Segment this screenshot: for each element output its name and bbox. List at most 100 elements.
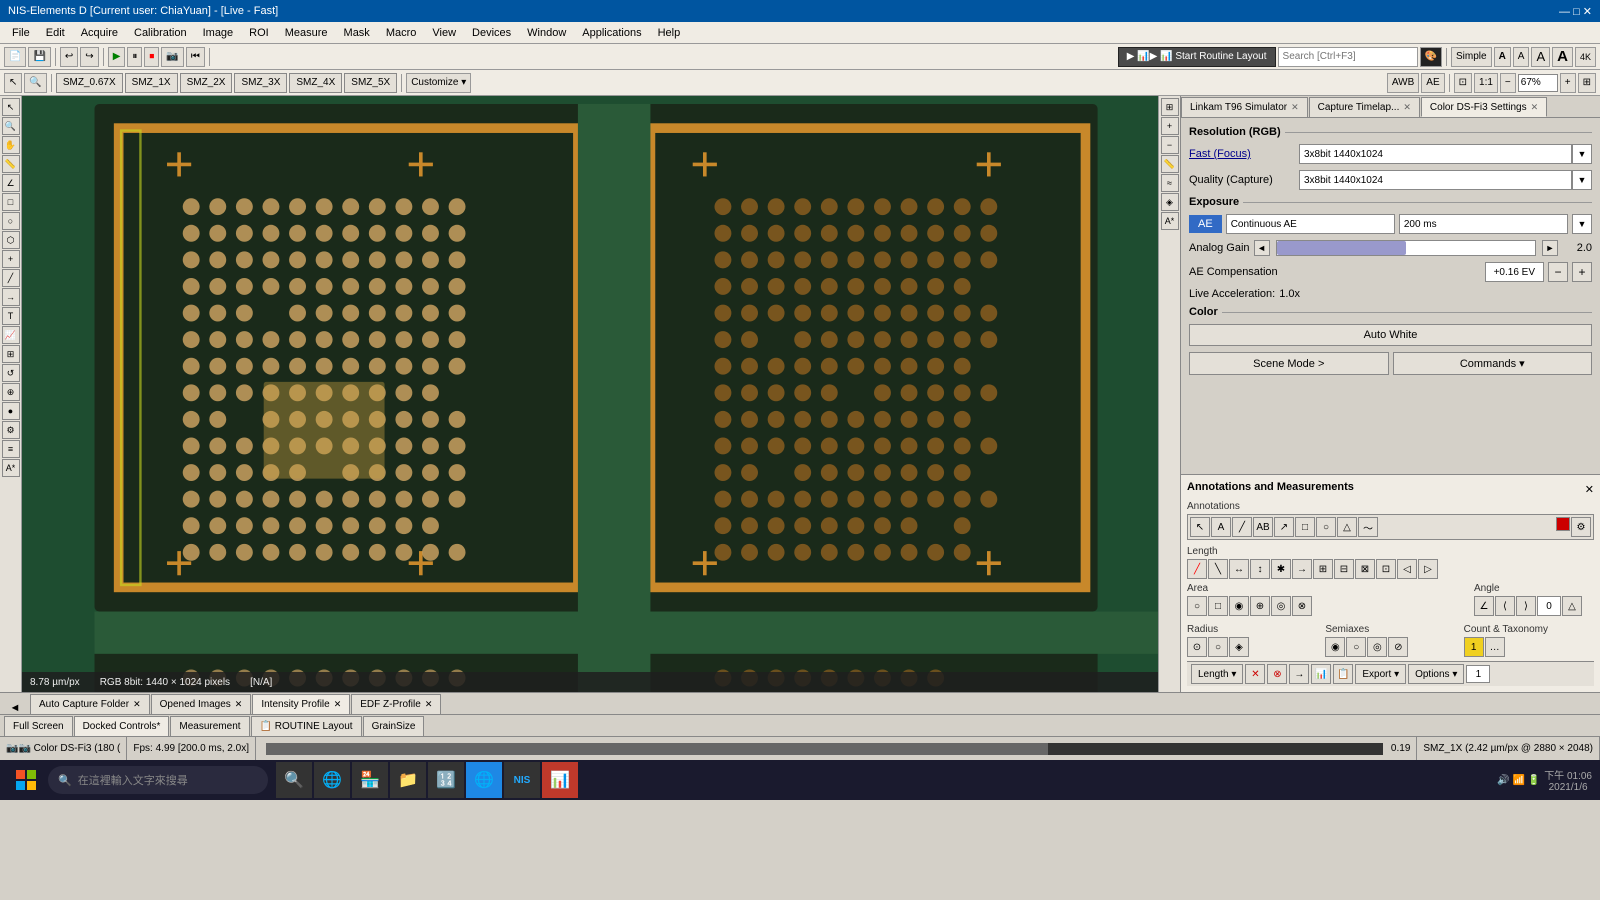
save-btn[interactable]: 💾 (28, 47, 50, 67)
ann-len-7[interactable]: ⊞ (1313, 559, 1333, 579)
close-btn[interactable]: ✕ (1583, 6, 1592, 18)
tab-linkam-close[interactable]: ✕ (1291, 102, 1299, 113)
menu-image[interactable]: Image (195, 25, 242, 41)
ann-freehand-btn[interactable]: 〜 (1358, 517, 1378, 537)
ann-semi-1[interactable]: ◉ (1325, 637, 1345, 657)
tool-layers[interactable]: ≡ (2, 440, 20, 458)
taskbar-calc-btn[interactable]: 🔢 (428, 762, 464, 798)
live-btn[interactable]: ▶ (108, 47, 126, 67)
strip-btn-3[interactable]: − (1161, 136, 1179, 154)
ann-chart-btn[interactable]: 📊 (1311, 664, 1331, 684)
zoom-minus[interactable]: − (1500, 73, 1516, 93)
layout-grainsize[interactable]: GrainSize (363, 716, 425, 736)
font-a1[interactable]: A (1494, 47, 1511, 67)
ann-delete-btn[interactable]: ✕ (1245, 664, 1265, 684)
tool-roi-ellipse[interactable]: ○ (2, 212, 20, 230)
ann-len-2[interactable]: ╲ (1208, 559, 1228, 579)
simple-btn[interactable]: Simple (1451, 47, 1492, 67)
color-btn[interactable]: 🎨 (1420, 47, 1442, 67)
menu-help[interactable]: Help (650, 25, 689, 41)
fullscreen-view-btn[interactable]: ⊞ (1578, 73, 1596, 93)
tab-intensity-close[interactable]: ✕ (334, 699, 342, 710)
ann-semi-4[interactable]: ⊘ (1388, 637, 1408, 657)
taskbar-start[interactable] (8, 762, 44, 798)
strip-btn-5[interactable]: ≈ (1161, 174, 1179, 192)
tab-opened-images[interactable]: Opened Images ✕ (151, 694, 252, 714)
gain-arrow-right[interactable]: ► (1542, 240, 1558, 256)
ann-len-5[interactable]: ✱ (1271, 559, 1291, 579)
ann-select-btn[interactable]: ↖ (1190, 517, 1210, 537)
tool-rotate[interactable]: ↺ (2, 364, 20, 382)
taskbar-chrome-btn[interactable]: 🌐 (466, 762, 502, 798)
mag-5x[interactable]: SMZ_5X (344, 73, 397, 93)
ann-ellipse-btn[interactable]: ○ (1316, 517, 1336, 537)
ann-len-10[interactable]: ⊡ (1376, 559, 1396, 579)
ann-angle-1[interactable]: ∠ (1474, 596, 1494, 616)
tool-line[interactable]: ╱ (2, 269, 20, 287)
ann-len-1[interactable]: ╱ (1187, 559, 1207, 579)
zoom-plus[interactable]: + (1560, 73, 1576, 93)
redo-btn[interactable]: ↪ (80, 47, 98, 67)
taskbar-nis-btn[interactable]: NIS (504, 762, 540, 798)
tab-edf-close[interactable]: ✕ (425, 699, 433, 710)
ann-triangle-btn[interactable]: △ (1337, 517, 1357, 537)
ann-count-2[interactable]: … (1485, 637, 1505, 657)
tab-auto-capture-close[interactable]: ✕ (133, 699, 141, 710)
ann-arrow-btn[interactable]: ↗ (1274, 517, 1294, 537)
capture-btn[interactable]: 📷 (161, 47, 183, 67)
search-bar[interactable]: 🔍 在這裡輸入文字來搜尋 (48, 766, 268, 794)
mag-1x[interactable]: SMZ_1X (125, 73, 178, 93)
tool-arrow[interactable]: → (2, 288, 20, 306)
ann-radius-1[interactable]: ⊙ (1187, 637, 1207, 657)
tool-point[interactable]: + (2, 250, 20, 268)
ann-export-btn[interactable]: Export ▾ (1355, 664, 1406, 684)
ae-btn2[interactable]: AE (1421, 73, 1444, 93)
tool-zoom-in[interactable]: 🔍 (2, 117, 20, 135)
ann-area-1[interactable]: ○ (1187, 596, 1207, 616)
start-routine-btn[interactable]: ▶ 📊 ▶ 📊 Start Routine Layout (1118, 47, 1276, 67)
tool-zoom[interactable]: 🔍 (24, 73, 46, 93)
tab-capture-close[interactable]: ✕ (1403, 102, 1411, 113)
menu-edit[interactable]: Edit (38, 25, 73, 41)
ann-angle-inc[interactable]: △ (1562, 596, 1582, 616)
menu-macro[interactable]: Macro (378, 25, 425, 41)
menu-calibration[interactable]: Calibration (126, 25, 195, 41)
menu-window[interactable]: Window (519, 25, 574, 41)
strip-btn-2[interactable]: + (1161, 117, 1179, 135)
undo-btn[interactable]: ↩ (60, 47, 78, 67)
tab-opened-close[interactable]: ✕ (235, 699, 243, 710)
image-area[interactable]: 8.78 µm/px RGB 8bit: 1440 × 1024 pixels … (22, 96, 1158, 692)
ae-comp-minus[interactable]: − (1548, 262, 1568, 282)
menu-roi[interactable]: ROI (241, 25, 277, 41)
ann-ab-btn[interactable]: AB (1253, 517, 1273, 537)
mag-067x[interactable]: SMZ_0.67X (56, 73, 123, 93)
ann-len-6[interactable]: → (1292, 559, 1312, 579)
ann-len-12[interactable]: ▷ (1418, 559, 1438, 579)
layout-fullscreen[interactable]: Full Screen (4, 716, 73, 736)
continuous-ae-select[interactable]: Continuous AE (1226, 214, 1395, 234)
ann-len-3[interactable]: ↔ (1229, 559, 1249, 579)
tool-count[interactable]: ● (2, 402, 20, 420)
ann-color-btn[interactable] (1556, 517, 1570, 531)
ann-delete-all-btn[interactable]: ⊗ (1267, 664, 1287, 684)
font-a2[interactable]: A (1513, 47, 1530, 67)
ann-semi-2[interactable]: ○ (1346, 637, 1366, 657)
ann-table-btn[interactable]: 📋 (1333, 664, 1353, 684)
tool-pan[interactable]: ✋ (2, 136, 20, 154)
strip-btn-4[interactable]: 📏 (1161, 155, 1179, 173)
tool-select[interactable]: ↖ (2, 98, 20, 116)
pause-btn[interactable]: ⏸ (127, 47, 142, 67)
ann-move-btn[interactable]: → (1289, 664, 1309, 684)
ann-rect-btn[interactable]: □ (1295, 517, 1315, 537)
gain-slider[interactable] (1276, 240, 1536, 256)
menu-devices[interactable]: Devices (464, 25, 519, 41)
tool-measure[interactable]: 📏 (2, 155, 20, 173)
mag-4x[interactable]: SMZ_4X (289, 73, 342, 93)
ann-close-icon[interactable]: ✕ (1585, 483, 1594, 496)
mag-3x[interactable]: SMZ_3X (234, 73, 287, 93)
menu-acquire[interactable]: Acquire (73, 25, 126, 41)
tab-camera-settings[interactable]: Color DS-Fi3 Settings ✕ (1421, 97, 1547, 117)
font-a4[interactable]: A (1552, 47, 1573, 67)
ann-text-btn[interactable]: A (1211, 517, 1231, 537)
tab-camera-close[interactable]: ✕ (1531, 102, 1539, 113)
